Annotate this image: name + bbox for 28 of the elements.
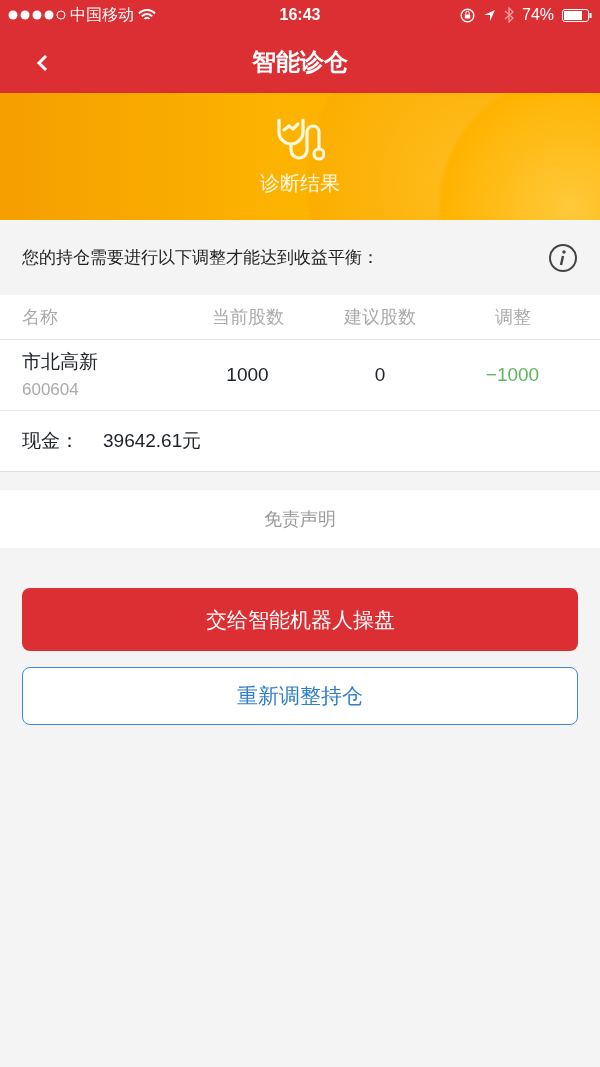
readjust-button[interactable]: 重新调整持仓 bbox=[22, 667, 578, 725]
signal-icon bbox=[8, 10, 66, 20]
page-title: 智能诊仓 bbox=[252, 46, 348, 77]
cash-value: 39642.61元 bbox=[103, 428, 202, 453]
disclaimer-link[interactable]: 免责声明 bbox=[0, 490, 600, 548]
location-arrow-icon bbox=[483, 8, 496, 22]
bluetooth-icon bbox=[504, 7, 514, 23]
column-header: 名称 bbox=[21, 305, 59, 329]
column-header: 建议股数 bbox=[343, 305, 417, 329]
robot-trade-button[interactable]: 交给智能机器人操盘 bbox=[22, 588, 578, 651]
battery-icon bbox=[562, 8, 592, 22]
adjustment-value: −1000 bbox=[485, 363, 540, 385]
battery-percent: 74% bbox=[522, 5, 554, 25]
wifi-icon bbox=[138, 8, 156, 22]
notice-text: 您的持仓需要进行以下调整才能达到收益平衡： bbox=[22, 246, 379, 269]
column-header: 调整 bbox=[493, 305, 532, 329]
current-shares: 1000 bbox=[226, 363, 269, 385]
stock-code: 600604 bbox=[22, 378, 80, 401]
info-icon[interactable] bbox=[548, 242, 578, 273]
stock-name: 市北高新 bbox=[22, 350, 99, 374]
column-header: 当前股数 bbox=[210, 305, 285, 329]
banner-caption: 诊断结果 bbox=[260, 170, 340, 196]
back-icon bbox=[36, 54, 48, 72]
carrier-name: 中国移动 bbox=[70, 5, 134, 25]
suggested-shares: 0 bbox=[374, 363, 386, 385]
cash-label: 现金： bbox=[22, 428, 79, 453]
clock-time: 16:43 bbox=[278, 5, 322, 25]
rotation-lock-icon bbox=[460, 7, 475, 23]
